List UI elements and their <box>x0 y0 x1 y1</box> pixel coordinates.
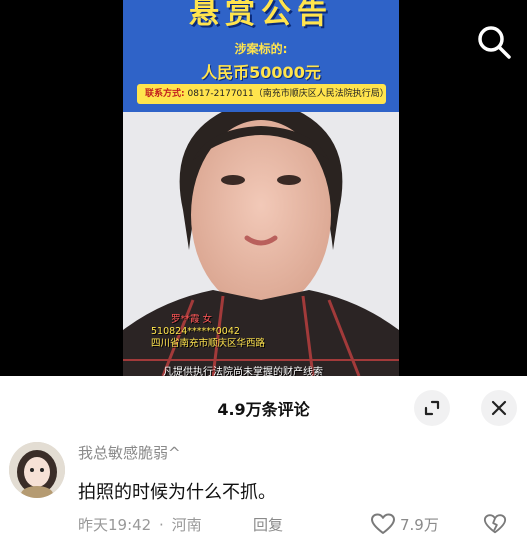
search-button[interactable] <box>474 22 514 62</box>
expand-button[interactable] <box>414 390 450 426</box>
comment-meta: 昨天19:42 · 河南 <box>78 514 202 535</box>
poster-contact: 联系方式: 0817-2177011（南充市顺庆区人民法院执行局） <box>137 84 389 104</box>
poster-contact-value: 0817-2177011（南充市顺庆区人民法院执行局） <box>187 89 389 99</box>
close-icon <box>491 400 507 416</box>
poster-contact-label: 联系方式: <box>145 89 185 99</box>
poster-person-name: 罗**霞 女 <box>171 314 213 325</box>
comment-username[interactable]: 我总敏感脆弱^ <box>78 442 181 463</box>
avatar[interactable] <box>9 442 65 498</box>
wanted-poster-image: 悬赏公告 涉案标的: 人民币50000元 联系方式: 0817-2177011（… <box>123 0 399 376</box>
poster-header: 悬赏公告 涉案标的: 人民币50000元 联系方式: 0817-2177011（… <box>123 0 399 112</box>
comments-header: 4.9万条评论 <box>0 376 527 438</box>
broken-heart-icon <box>483 514 507 534</box>
search-icon <box>478 26 511 59</box>
dislike-button[interactable] <box>483 512 507 536</box>
video-caption: 凡提供执行法院尚未掌握的财产线索 <box>163 367 323 376</box>
poster-subtitle: 涉案标的: <box>234 42 288 56</box>
meta-separator: · <box>159 516 164 534</box>
poster-person-id: 510824******0042 <box>151 326 240 337</box>
avatar-image <box>9 442 65 498</box>
heart-icon <box>371 513 395 534</box>
video-viewer[interactable]: 悬赏公告 涉案标的: 人民币50000元 联系方式: 0817-2177011（… <box>0 0 527 376</box>
reply-button[interactable]: 回复 <box>253 514 283 535</box>
poster-amount: 人民币50000元 <box>201 63 321 82</box>
poster-title: 悬赏公告 <box>189 0 333 31</box>
comment-location: 河南 <box>171 516 202 534</box>
comment-text: 拍照的时候为什么不抓。 <box>78 482 276 503</box>
comment-item: 我总敏感脆弱^ 拍照的时候为什么不抓。 昨天19:42 · 河南 回复 7.9万 <box>0 438 527 553</box>
like-count: 7.9万 <box>400 515 439 534</box>
comment-time: 昨天19:42 <box>78 516 152 534</box>
close-button[interactable] <box>481 390 517 426</box>
poster-person-info: 罗**霞 女 510824******0042 四川省南充市顺庆区华西路 <box>151 314 265 350</box>
like-button[interactable]: 7.9万 <box>370 512 439 536</box>
poster-person-address: 四川省南充市顺庆区华西路 <box>151 338 266 349</box>
expand-icon <box>424 400 440 416</box>
